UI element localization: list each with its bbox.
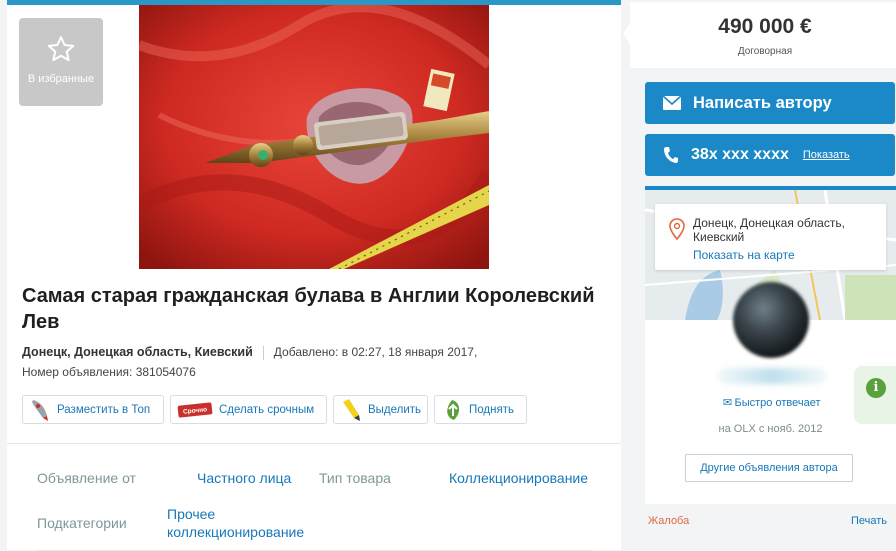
sidebar: 490 000 € Договорная Написать автору 38x… [623,0,896,550]
seller-name-blurred [717,368,827,384]
add-to-favorites-button[interactable]: В избранные [19,18,103,106]
highlighter-icon [343,398,360,421]
listing-ad-number: Номер объявления: 381054076 [22,365,196,379]
make-urgent-button[interactable]: Срочно Сделать срочным [170,395,327,424]
map-location-text: Донецк, Донецкая область, Киевский [693,216,845,244]
promotion-actions: Разместить в Топ Срочно Сделать срочным … [22,395,527,424]
show-on-map-link[interactable]: Показать на карте [693,248,795,262]
favorites-label: В избранные [27,73,95,85]
rocket-icon [32,399,48,421]
promote-top-label: Разместить в Топ [57,403,151,416]
bump-up-button[interactable]: Поднять [434,395,527,424]
phone-icon [664,147,678,163]
bump-up-label: Поднять [469,403,514,416]
quick-reply-label: Быстро отвечает [734,397,821,409]
listing-meta: Донецк, Донецкая область, Киевский Добавл… [22,345,477,360]
price: 490 000 € [718,15,812,38]
quick-reply-icon: ✉ [722,397,733,409]
up-arrow-leaf-icon [447,399,460,420]
listing-location[interactable]: Донецк, Донецкая область, Киевский [22,345,253,359]
listing-added-date: Добавлено: в 02:27, 18 января 2017, [273,345,478,359]
listing-title: Самая старая гражданская булава в Англии… [22,285,595,333]
show-phone-button[interactable]: 38x xxx xxxx Показать [645,134,895,176]
param-key-subcategory: Подкатегории [37,515,127,531]
promote-top-button[interactable]: Разместить в Топ [22,395,164,424]
info-tab[interactable]: i [854,366,896,424]
mace-photo-image [139,5,489,269]
urgent-badge-icon: Срочно [177,401,213,418]
highlight-label: Выделить [368,403,422,416]
info-icon: i [866,378,886,398]
section-divider [7,443,621,444]
highlight-button[interactable]: Выделить [333,395,428,424]
make-urgent-label: Сделать срочным [219,403,315,416]
meta-divider [262,345,264,360]
write-author-button[interactable]: Написать автору [645,82,895,124]
map-pin-icon [669,218,685,240]
print-link[interactable]: Печать [851,515,887,527]
show-phone-link[interactable]: Показать [803,149,850,161]
member-since: на OLX с нояб. 2012 [718,423,823,435]
seller-avatar[interactable] [733,282,809,358]
param-key-item-type: Тип товара [319,470,391,486]
complain-link[interactable]: Жалоба [648,515,689,527]
other-ads-button[interactable]: Другие объявления автора [685,454,853,482]
write-author-label: Написать автору [693,93,832,112]
param-value-item-type[interactable]: Коллекционирование [449,469,588,487]
envelope-icon [663,96,681,110]
map-location-card: Донецк, Донецкая область, Киевский Показ… [655,204,886,270]
star-icon [47,36,75,62]
seller-card: Донецк, Донецкая область, Киевский Показ… [645,186,896,504]
param-value-subcategory[interactable]: Прочее коллекционирование [167,505,327,541]
param-value-offered-by[interactable]: Частного лица [197,469,291,487]
listing-panel: В избранные Самая старая гражданская бул… [7,0,621,551]
param-key-offered-by: Объявление от [37,470,136,486]
negotiable-label: Договорная [737,46,793,57]
listing-photo[interactable] [139,5,489,269]
phone-number-masked: 38x xxx xxxx [691,146,789,163]
